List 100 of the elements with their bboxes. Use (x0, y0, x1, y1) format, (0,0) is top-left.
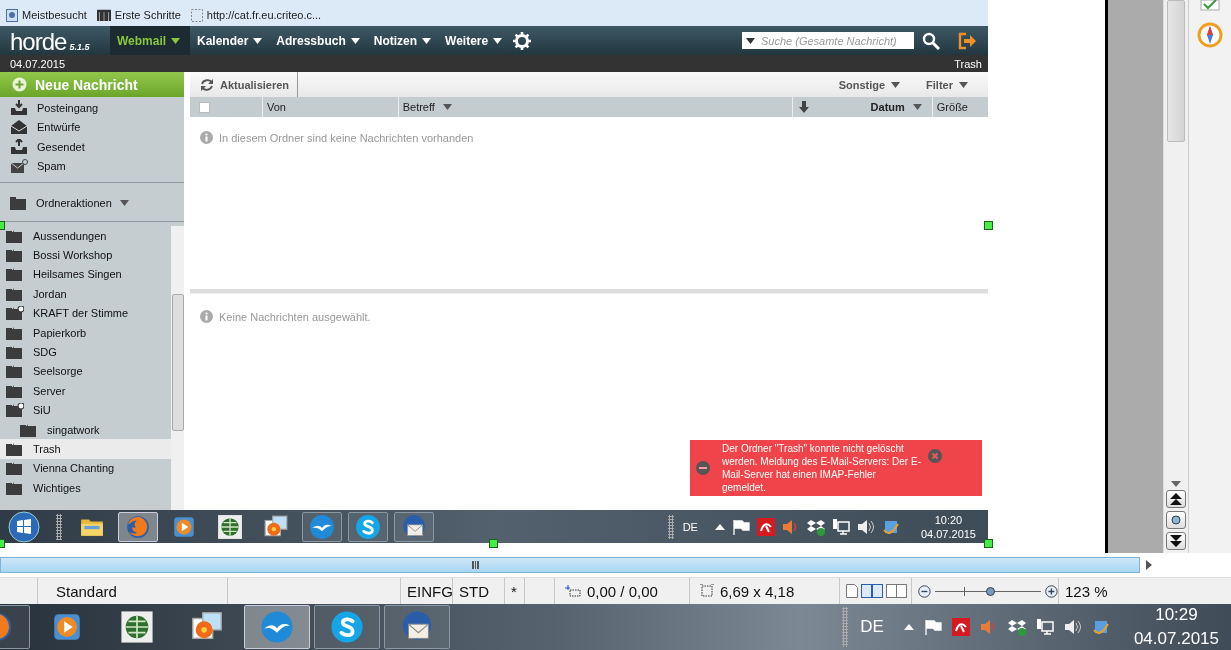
grip-icon (667, 514, 674, 539)
menu-item[interactable]: Webmail (110, 26, 190, 55)
caret-icon (746, 37, 755, 44)
folder-actions-menu[interactable]: Ordneraktionen (0, 185, 184, 222)
umbrella-icon[interactable] (951, 618, 970, 636)
selection-handle[interactable] (984, 539, 993, 548)
clock-date[interactable]: 04.07.2015 (1133, 629, 1219, 649)
taskbar-button[interactable] (302, 511, 342, 542)
folder-item[interactable]: singatwork (0, 419, 171, 440)
spam-icon (10, 158, 28, 175)
network-icon[interactable] (831, 517, 850, 536)
clock-time[interactable]: 10:29 (1155, 605, 1198, 625)
double-up-icon (1170, 493, 1182, 505)
dropbox-icon[interactable] (1007, 618, 1026, 636)
logout-icon[interactable] (958, 31, 976, 50)
scrollbar[interactable] (171, 226, 184, 510)
zoom-percent[interactable]: 123 % (1065, 582, 1108, 600)
envelope-icon (10, 119, 28, 136)
bookmark-link[interactable]: http://cat.fr.eu.criteo.c... (190, 8, 322, 22)
menu-item[interactable]: Kalender (190, 26, 270, 55)
folder-item[interactable]: Server (0, 381, 171, 401)
gull-icon (260, 610, 294, 644)
search-field[interactable]: Suche (Gesamte Nachricht) (742, 32, 914, 49)
bookmark-link[interactable]: Meistbesucht (6, 8, 87, 22)
zoom-in-icon[interactable] (1045, 584, 1058, 598)
folder-item[interactable]: Aussendungen (0, 226, 171, 246)
folder-item[interactable]: Wichtiges (0, 478, 171, 498)
flag-icon[interactable] (923, 619, 942, 635)
volume-icon[interactable] (1063, 619, 1082, 635)
volume-icon[interactable] (856, 518, 875, 535)
zoom-slider-thumb[interactable] (986, 586, 996, 596)
folder-item[interactable]: KRAFT der Stimme (0, 303, 171, 323)
caret-icon (493, 37, 503, 44)
previous-page-button[interactable] (1166, 490, 1186, 508)
menu-item[interactable]: Weitere (438, 26, 510, 55)
folder-item[interactable]: Seelsorge (0, 361, 171, 382)
taskbar-button[interactable] (394, 511, 434, 542)
language-indicator[interactable]: DE (860, 617, 884, 637)
column-header[interactable]: Größe (932, 97, 988, 117)
folder-item[interactable]: Jordan (0, 284, 171, 304)
outbox-icon (10, 138, 28, 155)
next-page-button[interactable] (1166, 532, 1186, 550)
date-label: 04.07.2015 (10, 57, 66, 70)
up-arrow-icon[interactable] (903, 624, 914, 630)
fox-globe-icon (125, 513, 151, 540)
taskbar-button[interactable] (314, 605, 380, 649)
mailbox-item[interactable]: Entwürfe (0, 117, 184, 137)
taskbar-button[interactable] (348, 511, 388, 542)
caret-icon (350, 37, 360, 44)
column-header[interactable]: Betreff (398, 97, 792, 117)
umbrella-icon[interactable] (756, 517, 775, 536)
bookmark-link[interactable]: Erste Schritte (96, 9, 181, 21)
horde-logo[interactable]: horde (10, 29, 67, 55)
clock-time[interactable]: 10:20 (934, 513, 963, 526)
scroll-down-icon[interactable] (1171, 481, 1181, 487)
caret-icon (891, 81, 901, 88)
compass-icon[interactable] (1197, 22, 1223, 48)
folder-item[interactable]: Trash (0, 439, 171, 459)
select-all-checkbox[interactable] (199, 101, 210, 113)
checkmark-icon[interactable] (1199, 0, 1221, 14)
folder-item[interactable]: Bossi Workshop (0, 245, 171, 265)
settings-icon[interactable] (513, 31, 532, 50)
scroll-thumb[interactable] (1167, 0, 1185, 142)
mailbox-item[interactable]: Gesendet (0, 137, 184, 157)
zoom-out-icon[interactable] (918, 584, 931, 598)
folder-item[interactable]: Papierkorb (0, 322, 171, 343)
navigator-button[interactable] (1166, 511, 1186, 529)
single-page-icon[interactable] (846, 584, 858, 598)
caret-icon (119, 200, 129, 206)
down-arrow-icon[interactable] (798, 101, 809, 113)
selection-handle[interactable] (489, 539, 498, 548)
menu-item[interactable]: Notizen (366, 26, 439, 55)
up-arrow-icon[interactable] (714, 523, 725, 530)
two-pages-icon[interactable] (861, 584, 883, 598)
taskbar-button[interactable] (118, 511, 158, 542)
mailbox-item[interactable]: Posteingang (0, 98, 184, 118)
language-indicator[interactable]: DE (682, 520, 698, 533)
folder-item[interactable]: Vienna Chanting (0, 458, 171, 479)
start-button[interactable] (8, 510, 40, 543)
horizontal-scrollbar[interactable] (0, 557, 1140, 573)
filter-menu-button[interactable]: Filter (920, 77, 974, 92)
book-view-icon[interactable] (886, 584, 908, 598)
menu-item[interactable]: Adressbuch (269, 26, 367, 55)
folder-item[interactable]: SiU (0, 400, 171, 420)
other-menu-button[interactable]: Sonstige (832, 77, 907, 92)
dropbox-icon[interactable] (806, 517, 825, 536)
folder-icon (6, 364, 24, 379)
search-icon[interactable] (922, 31, 940, 50)
selection-mode-label[interactable]: STD (459, 582, 489, 600)
selection-handle[interactable] (984, 221, 993, 230)
windows-update-icon[interactable] (1091, 618, 1110, 636)
mailbox-item[interactable]: Spam (0, 156, 184, 176)
folder-item[interactable]: Heilsames Singen (0, 264, 171, 285)
insert-mode-label[interactable]: EINFG (407, 582, 453, 600)
folder-item[interactable]: SDG (0, 342, 171, 362)
clock-date[interactable]: 04.07.2015 (920, 527, 976, 540)
flag-icon[interactable] (731, 518, 750, 535)
network-icon[interactable] (1035, 618, 1054, 636)
scroll-right-icon[interactable] (1146, 560, 1152, 570)
taskbar-button[interactable] (384, 605, 450, 649)
